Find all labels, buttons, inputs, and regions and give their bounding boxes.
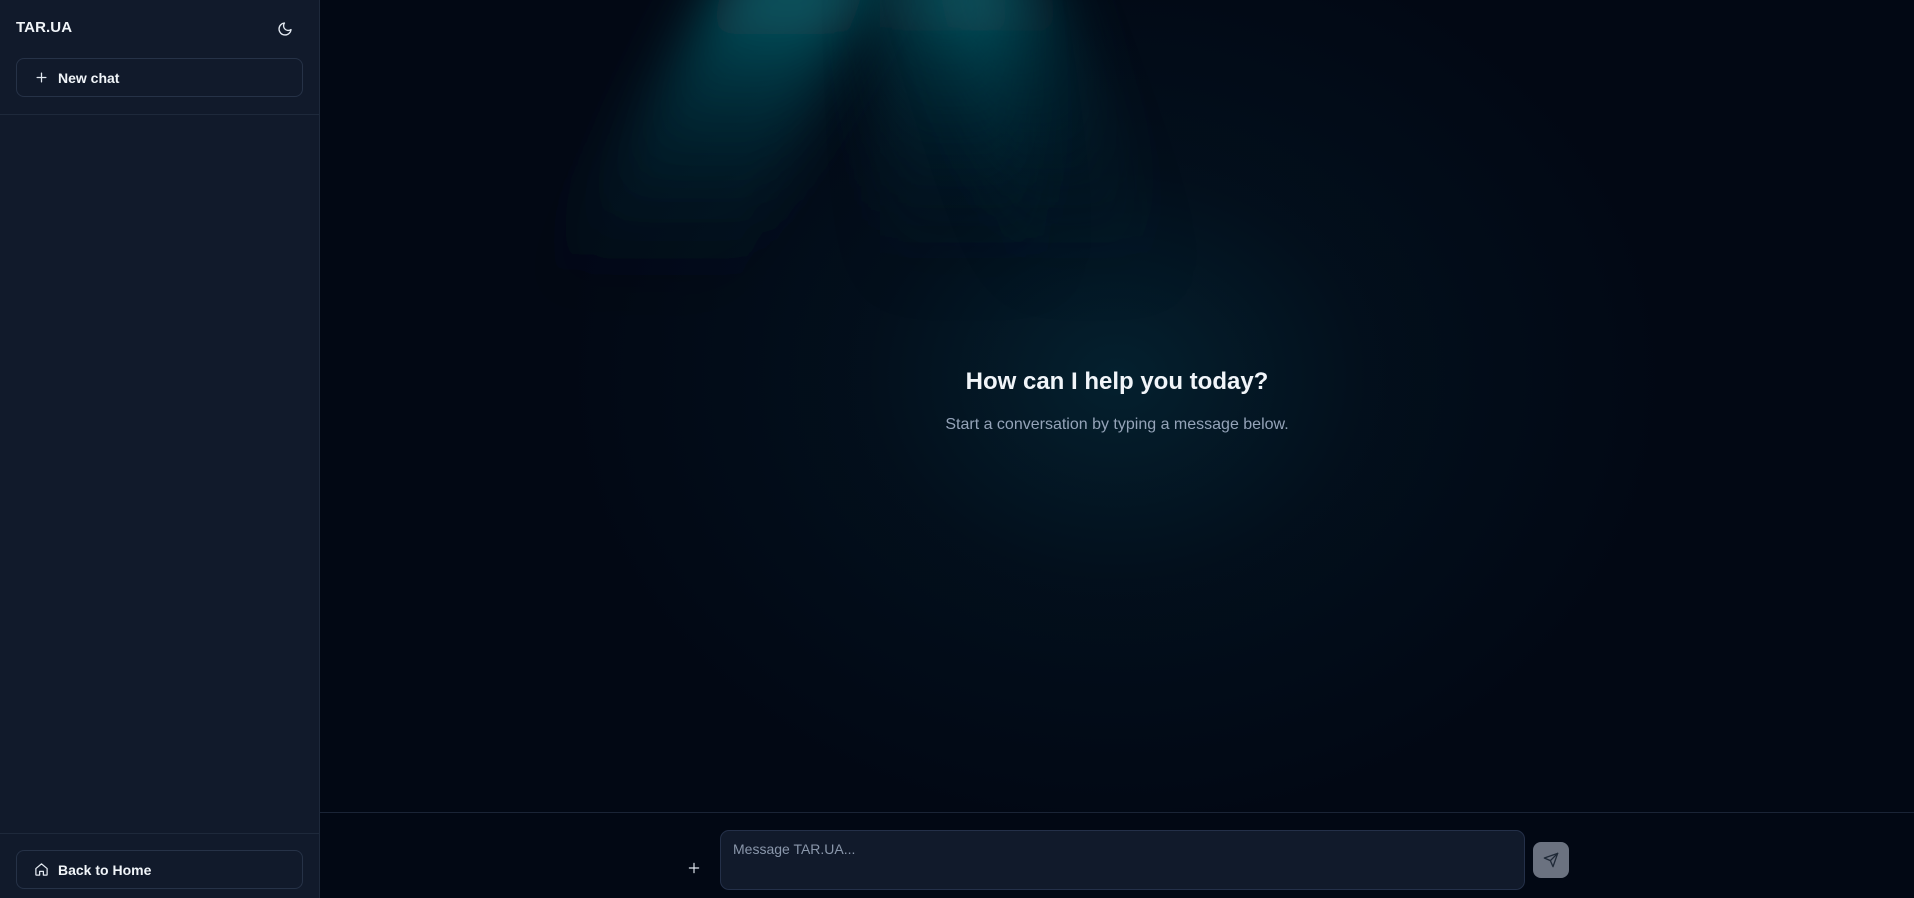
plus-icon [687, 861, 701, 875]
new-chat-label: New chat [58, 69, 120, 86]
attach-button[interactable] [685, 859, 703, 877]
sidebar: TAR.UA New chat Back to Home [0, 0, 320, 898]
home-icon [34, 862, 58, 877]
moon-icon [277, 21, 293, 37]
message-composer [320, 812, 1914, 898]
new-chat-button[interactable]: New chat [16, 58, 303, 97]
brand-title: TAR.UA [16, 19, 73, 36]
send-button[interactable] [1533, 842, 1569, 878]
app-root: TAR.UA New chat Back to Home How can I h… [0, 0, 1914, 898]
message-input[interactable] [720, 830, 1525, 890]
send-icon [1543, 852, 1559, 868]
back-to-home-label: Back to Home [58, 861, 152, 878]
page-title: How can I help you today? [965, 368, 1269, 395]
sidebar-footer: Back to Home [0, 833, 319, 898]
sidebar-header: TAR.UA New chat [0, 0, 319, 115]
theme-toggle-button[interactable] [272, 16, 298, 42]
empty-state: How can I help you today? Start a conver… [320, 368, 1914, 434]
chat-main: How can I help you today? Start a conver… [320, 0, 1914, 898]
page-subtitle: Start a conversation by typing a message… [945, 416, 1289, 433]
back-to-home-button[interactable]: Back to Home [16, 850, 303, 889]
plus-icon [34, 70, 58, 85]
conversation-list [0, 115, 319, 833]
